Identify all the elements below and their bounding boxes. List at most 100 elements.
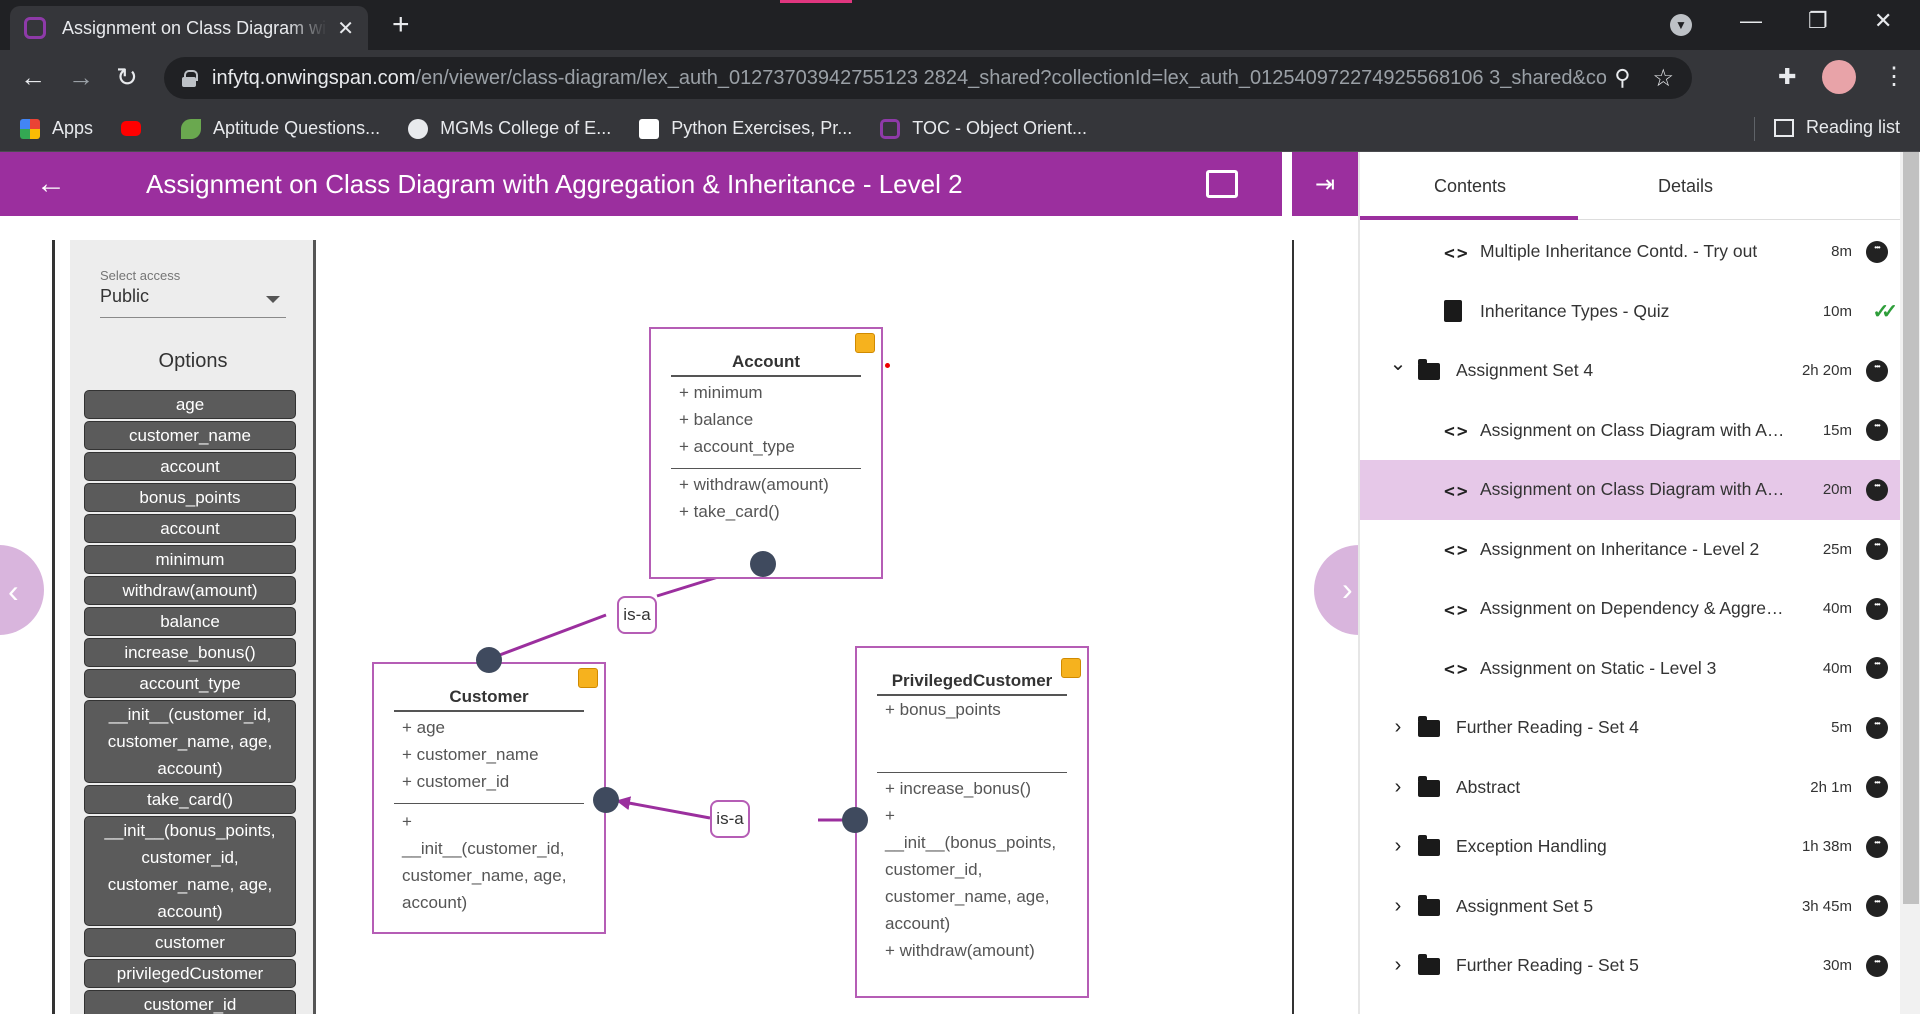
access-select-value: Public — [100, 286, 150, 306]
more-options-icon[interactable] — [1866, 538, 1888, 561]
option-chip[interactable]: increase_bonus() — [84, 638, 296, 667]
bookmark-star-icon[interactable]: ☆ — [1652, 64, 1674, 93]
page-content: ← Assignment on Class Diagram with Aggre… — [0, 152, 1920, 1014]
content-item[interactable]: <> Assignment on Inheritance - Level 2 25m — [1360, 520, 1900, 580]
content-item[interactable]: Inheritance Types - Quiz 10m ✓✓ — [1360, 282, 1900, 342]
option-chip[interactable]: customer_name — [84, 421, 296, 450]
bookmark-toc[interactable]: TOC - Object Orient... — [880, 118, 1087, 139]
connector-handle[interactable] — [476, 647, 502, 673]
lock-icon[interactable] — [182, 70, 198, 87]
option-chip[interactable]: __init__(bonus_points, customer_id, cust… — [84, 816, 296, 926]
code-icon: <> — [1444, 242, 1470, 264]
option-chip[interactable]: bonus_points — [84, 483, 296, 512]
connector-handle[interactable] — [593, 787, 619, 813]
feedback-icon[interactable] — [1206, 170, 1238, 198]
relation-label-is-a[interactable]: is-a — [710, 800, 750, 838]
browser-tab[interactable]: Assignment on Class Diagram with Aggrega… — [10, 6, 368, 50]
class-box-customer[interactable]: Customer + age + customer_name + custome… — [372, 662, 606, 934]
new-tab-button[interactable]: + — [392, 10, 410, 40]
option-chip[interactable]: customer_id — [84, 990, 296, 1014]
more-options-icon[interactable] — [1866, 359, 1888, 382]
content-item[interactable]: <> Multiple Inheritance Contd. - Try out 8… — [1360, 222, 1900, 282]
more-options-icon[interactable] — [1866, 419, 1888, 442]
class-diagram-canvas[interactable]: Account + minimum + balance + account_ty… — [318, 240, 1290, 1014]
folder-item[interactable]: › Further Reading - Set 5 30m — [1360, 936, 1900, 996]
content-item[interactable]: <> Assignment on Static - Level 3 40m — [1360, 639, 1900, 699]
previous-button[interactable]: ‹ — [0, 545, 44, 635]
class-box-account[interactable]: Account + minimum + balance + account_ty… — [649, 327, 883, 579]
content-item[interactable]: <> Assignment on Class Diagram with Ag...… — [1360, 460, 1900, 520]
bookmark-apps[interactable]: Apps — [20, 118, 93, 139]
close-window-icon[interactable]: ✕ — [1874, 8, 1892, 34]
chevron-right-icon[interactable]: › — [1388, 835, 1408, 858]
class-name: Customer — [449, 687, 529, 706]
class-box-privileged-customer[interactable]: PrivilegedCustomer + bonus_points + incr… — [855, 646, 1089, 998]
option-chip[interactable]: take_card() — [84, 785, 296, 814]
chevron-right-icon[interactable]: › — [1388, 895, 1408, 918]
folder-item[interactable]: › Exception Handling 1h 38m — [1360, 817, 1900, 877]
option-chip[interactable]: customer — [84, 928, 296, 957]
minimize-icon[interactable]: — — [1740, 8, 1762, 34]
more-options-icon[interactable] — [1866, 895, 1888, 918]
tab-contents[interactable]: Contents — [1434, 176, 1506, 197]
scrollbar-thumb[interactable] — [1903, 152, 1919, 904]
more-options-icon[interactable] — [1866, 597, 1888, 620]
tab-search-icon[interactable]: ▼ — [1670, 14, 1692, 36]
chevron-right-icon[interactable]: › — [1388, 716, 1408, 739]
content-item[interactable]: <> Assignment on Class Diagram with Ag...… — [1360, 401, 1900, 461]
profile-avatar[interactable] — [1822, 60, 1856, 94]
back-arrow-icon[interactable]: ← — [20, 62, 46, 92]
folder-icon — [1418, 894, 1440, 916]
option-chip[interactable]: privilegedCustomer — [84, 959, 296, 988]
restore-icon[interactable]: ❐ — [1808, 8, 1828, 34]
sidebar-scrollbar[interactable] — [1900, 152, 1920, 1014]
option-chip[interactable]: withdraw(amount) — [84, 576, 296, 605]
bookmark-w3r[interactable]: Python Exercises, Pr... — [639, 118, 852, 139]
quiz-clipboard-icon — [1444, 300, 1462, 323]
more-options-icon[interactable] — [1866, 657, 1888, 680]
bookmark-mgms[interactable]: MGMs College of E... — [408, 118, 611, 139]
option-chip[interactable]: account — [84, 452, 296, 481]
more-options-icon[interactable] — [1866, 240, 1888, 263]
bookmarks-separator — [1754, 117, 1755, 141]
note-icon[interactable] — [855, 333, 875, 353]
connector-handle[interactable] — [842, 807, 868, 833]
address-bar[interactable]: infytq.onwingspan.com /en/viewer/class-d… — [164, 57, 1692, 99]
content-item[interactable]: <> Assignment on Dependency & Aggreg... 40… — [1360, 579, 1900, 639]
more-options-icon[interactable] — [1866, 776, 1888, 799]
chevron-right-icon[interactable]: › — [1388, 954, 1408, 977]
option-chip[interactable]: age — [84, 390, 296, 419]
extensions-puzzle-icon[interactable]: ✚ — [1778, 64, 1796, 90]
folder-item[interactable]: › Abstract 2h 1m — [1360, 758, 1900, 818]
folder-item[interactable]: ⌄ Assignment Set 4 2h 20m — [1360, 341, 1900, 401]
option-chip[interactable]: balance — [84, 607, 296, 636]
more-options-icon[interactable] — [1866, 716, 1888, 739]
menu-kebab-icon[interactable]: ⋮ — [1882, 62, 1906, 92]
forward-arrow-icon[interactable]: → — [68, 62, 94, 92]
option-chip[interactable]: minimum — [84, 545, 296, 574]
tab-details[interactable]: Details — [1658, 176, 1713, 197]
back-arrow-icon[interactable]: ← — [36, 167, 66, 201]
option-chip[interactable]: account_type — [84, 669, 296, 698]
chevron-right-icon[interactable]: › — [1388, 776, 1408, 799]
bookmark-aptitude[interactable]: Aptitude Questions... — [181, 118, 380, 139]
chevron-down-icon[interactable]: ⌄ — [1388, 351, 1408, 376]
zoom-icon[interactable]: ⚲ — [1614, 65, 1630, 91]
note-icon[interactable] — [1061, 658, 1081, 678]
access-select[interactable]: Public — [100, 286, 286, 318]
relation-label-is-a[interactable]: is-a — [617, 596, 657, 634]
close-tab-icon[interactable]: ✕ — [337, 16, 354, 41]
more-options-icon[interactable] — [1866, 835, 1888, 858]
connector-handle[interactable] — [750, 551, 776, 577]
reload-icon[interactable]: ↻ — [116, 62, 138, 92]
more-options-icon[interactable] — [1866, 478, 1888, 501]
option-chip[interactable]: __init__(customer_id, customer_name, age… — [84, 700, 296, 783]
note-icon[interactable] — [578, 668, 598, 688]
reading-list-button[interactable]: Reading list — [1773, 117, 1900, 138]
more-options-icon[interactable] — [1866, 954, 1888, 977]
option-chip[interactable]: account — [84, 514, 296, 543]
folder-item[interactable]: › Further Reading - Set 4 5m — [1360, 698, 1900, 758]
collapse-sidebar-button[interactable]: ⇥ — [1292, 152, 1358, 216]
folder-item[interactable]: › Assignment Set 5 3h 45m — [1360, 877, 1900, 937]
bookmark-youtube[interactable] — [121, 121, 153, 136]
